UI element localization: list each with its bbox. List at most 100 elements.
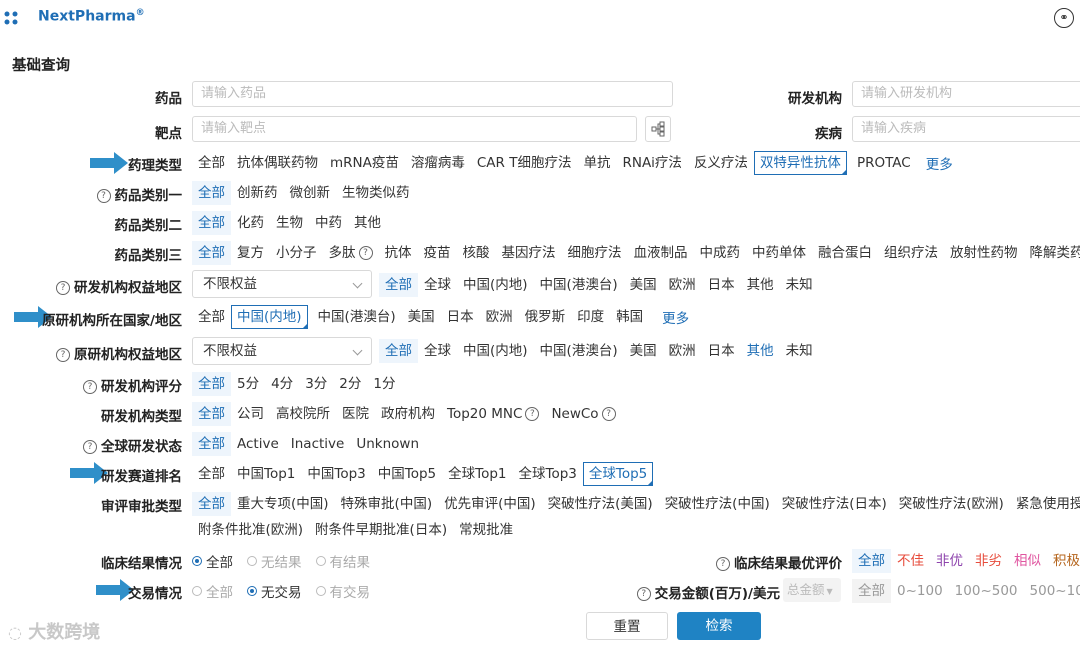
option[interactable]: 韩国: [610, 305, 649, 329]
option[interactable]: 印度: [571, 305, 610, 329]
option[interactable]: 高校院所: [270, 402, 336, 426]
option[interactable]: 全球Top3: [513, 462, 583, 486]
option[interactable]: 5分: [231, 372, 265, 396]
option[interactable]: 0~100: [891, 579, 949, 603]
option[interactable]: 抗体偶联药物: [231, 151, 324, 175]
option[interactable]: 日本: [702, 339, 741, 363]
disease-input[interactable]: 请输入疾病: [852, 116, 1080, 142]
option-selected[interactable]: 全部: [852, 579, 891, 603]
option[interactable]: 中成药: [694, 241, 747, 265]
option[interactable]: 全部: [192, 151, 231, 175]
option-selected[interactable]: 全部: [192, 372, 231, 396]
option[interactable]: 欧洲: [663, 273, 702, 297]
option[interactable]: 美国: [402, 305, 441, 329]
option[interactable]: 相似: [1008, 549, 1047, 573]
option[interactable]: Inactive: [285, 432, 351, 456]
option-selected[interactable]: 中国(内地): [231, 305, 308, 329]
option-selected[interactable]: 全球Top5: [582, 462, 654, 486]
option[interactable]: 中国(内地): [457, 273, 534, 297]
radio-option[interactable]: 有结果: [315, 551, 370, 571]
option[interactable]: 微创新: [284, 181, 337, 205]
option[interactable]: 溶瘤病毒: [405, 151, 471, 175]
option-selected[interactable]: 全部: [192, 211, 231, 235]
option[interactable]: 500~1000: [1024, 579, 1080, 603]
option[interactable]: 积极: [1047, 549, 1080, 573]
option[interactable]: 欧洲: [480, 305, 519, 329]
option[interactable]: 全部: [192, 462, 231, 486]
option[interactable]: 4分: [265, 372, 299, 396]
option[interactable]: Unknown: [350, 432, 425, 456]
option[interactable]: 降解类药物: [1024, 241, 1080, 265]
help-icon[interactable]: ?: [83, 380, 97, 394]
help-icon[interactable]: ?: [56, 281, 70, 295]
help-icon[interactable]: ?: [525, 407, 540, 421]
option[interactable]: 非优: [930, 549, 969, 573]
option[interactable]: PROTAC: [851, 151, 917, 175]
option[interactable]: 全球: [418, 339, 457, 363]
option[interactable]: 血液制品: [628, 241, 694, 265]
option[interactable]: RNAi疗法: [616, 151, 687, 175]
app-logo-icon[interactable]: [4, 10, 18, 25]
option-selected[interactable]: 全部: [379, 339, 418, 363]
option[interactable]: 未知: [780, 339, 819, 363]
option[interactable]: 融合蛋白: [812, 241, 878, 265]
option[interactable]: 突破性疗法(欧洲): [893, 492, 1010, 516]
option[interactable]: 1分: [367, 372, 401, 396]
help-icon[interactable]: ?: [716, 557, 730, 571]
radio-option[interactable]: 无结果: [247, 551, 302, 571]
option[interactable]: 小分子: [270, 241, 323, 265]
option[interactable]: 疫苗: [418, 241, 457, 265]
option[interactable]: 抗体: [379, 241, 418, 265]
option[interactable]: 多肽?: [323, 241, 379, 265]
option[interactable]: 紧急使用授权: [1010, 492, 1080, 516]
option[interactable]: 医院: [336, 402, 375, 426]
option[interactable]: 核酸: [457, 241, 496, 265]
option[interactable]: 非劣: [969, 549, 1008, 573]
option[interactable]: 其他: [348, 211, 387, 235]
option[interactable]: 全部: [192, 305, 231, 329]
option-selected[interactable]: 全部: [192, 402, 231, 426]
option[interactable]: 中国(港澳台): [534, 339, 624, 363]
option-selected[interactable]: 全部: [192, 492, 231, 516]
help-icon[interactable]: ?: [636, 587, 651, 601]
option[interactable]: 美国: [624, 339, 663, 363]
option[interactable]: 放射性药物: [944, 241, 1024, 265]
option[interactable]: 常规批准: [453, 518, 519, 542]
help-icon[interactable]: ?: [96, 189, 111, 203]
option[interactable]: 特殊审批(中国): [335, 492, 439, 516]
option[interactable]: 附条件早期批准(日本): [309, 518, 453, 542]
option[interactable]: 美国: [624, 273, 663, 297]
search-button[interactable]: 检索: [677, 612, 761, 640]
option[interactable]: 中国Top1: [231, 462, 301, 486]
help-icon[interactable]: ?: [358, 246, 373, 260]
option-selected[interactable]: 全部: [192, 432, 231, 456]
option[interactable]: 日本: [441, 305, 480, 329]
option[interactable]: 全球: [418, 273, 457, 297]
option[interactable]: 反义疗法: [688, 151, 754, 175]
option[interactable]: 突破性疗法(日本): [776, 492, 893, 516]
reset-button[interactable]: 重置: [586, 612, 668, 640]
org-input[interactable]: 请输入研发机构: [852, 81, 1080, 107]
option-selected[interactable]: 双特异性抗体: [753, 151, 847, 175]
more-link[interactable]: 更多: [657, 305, 694, 329]
option[interactable]: 欧洲: [663, 339, 702, 363]
option[interactable]: 重大专项(中国): [231, 492, 335, 516]
option[interactable]: 单抗: [577, 151, 616, 175]
target-tree-icon[interactable]: [645, 116, 671, 142]
option[interactable]: 中药: [309, 211, 348, 235]
option[interactable]: 中国Top3: [301, 462, 371, 486]
option[interactable]: 中药单体: [746, 241, 812, 265]
option-selected[interactable]: 全部: [192, 181, 231, 205]
radio-option[interactable]: 无交易: [247, 581, 302, 601]
option[interactable]: Top20 MNC?: [441, 402, 545, 426]
option[interactable]: 政府机构: [375, 402, 441, 426]
option[interactable]: 生物: [270, 211, 309, 235]
deal-amount-select[interactable]: 总金额 ▼: [783, 578, 841, 602]
option-selected[interactable]: 全部: [379, 273, 418, 297]
help-icon[interactable]: ?: [601, 407, 616, 421]
option[interactable]: CAR T细胞疗法: [471, 151, 578, 175]
option[interactable]: 创新药: [231, 181, 284, 205]
option[interactable]: 其他: [741, 339, 780, 363]
option[interactable]: 基因疗法: [496, 241, 562, 265]
option-selected[interactable]: 全部: [192, 241, 231, 265]
